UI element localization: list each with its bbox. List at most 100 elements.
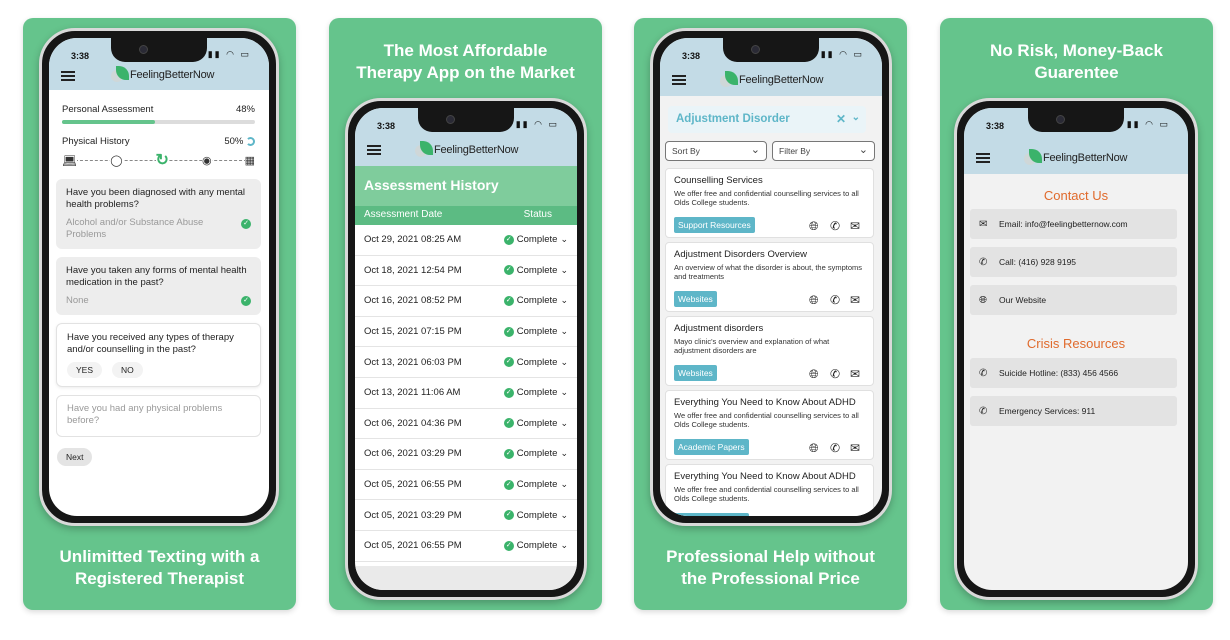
yes-button[interactable]: YES (67, 362, 103, 378)
check-icon: ✓ (241, 219, 251, 229)
check-icon: ✓ (241, 296, 251, 306)
category-tag[interactable]: Academic Papers (674, 439, 749, 455)
category-tag[interactable]: Websites (674, 291, 717, 307)
phone-screen: FeelingBetterNow 3:38 ▮▮ ◠ ▭ Personal As… (49, 38, 269, 516)
table-row[interactable]: Oct 05, 2021 06:55 PM ✓ Complete ⌄ (355, 531, 577, 562)
row-date: Oct 06, 2021 03:29 PM (364, 448, 462, 460)
resource-card[interactable]: Everything You Need to Know About ADHD We… (665, 390, 874, 460)
sort-dropdown[interactable]: Sort By ⌄ (665, 141, 767, 161)
contact-item[interactable]: ✆ Emergency Services: 911 (970, 396, 1177, 426)
row-status[interactable]: ✓ Complete ⌄ (503, 540, 568, 551)
globe-icon[interactable]: 🌐︎ (809, 367, 819, 382)
contact-item[interactable]: ✆ Suicide Hotline: (833) 456 4566 (970, 358, 1177, 388)
check-icon: ✓ (503, 357, 514, 368)
menu-icon[interactable] (367, 145, 381, 155)
table-header: Assessment Date Status (355, 206, 577, 225)
phone-frame: FeelingBetterNow 3:38 ▮▮ ◠ ▭ Adjustment … (650, 28, 892, 526)
phone-icon[interactable]: ✆ (830, 441, 840, 455)
phone-screen: FeelingBetterNow 3:38 ▮▮ ◠ ▭ Assessment … (355, 108, 577, 590)
row-status[interactable]: ✓ Complete ⌄ (503, 234, 568, 245)
phone-icon[interactable]: ✆ (830, 367, 840, 381)
table-row[interactable]: Oct 18, 2021 12:54 PM ✓ Complete ⌄ (355, 256, 577, 287)
mail-icon[interactable]: ✉ (850, 441, 860, 455)
question-answer: Alcohol and/or Substance Abuse Problems (66, 217, 204, 240)
resource-card[interactable]: Everything You Need to Know About ADHD We… (665, 464, 874, 516)
row-status[interactable]: ✓ Complete ⌄ (503, 448, 568, 459)
row-status[interactable]: ✓ Complete ⌄ (503, 357, 568, 368)
mail-icon[interactable]: ✉ (850, 293, 860, 307)
phone-screen: FeelingBetterNow 3:38 ▮▮ ◠ ▭ Contact Us … (964, 108, 1188, 590)
panel-caption: The Most Affordable Therapy App on the M… (356, 41, 575, 82)
no-button[interactable]: NO (112, 362, 143, 378)
progress-label: Physical History (62, 136, 130, 147)
resource-card[interactable]: Adjustment disorders Mayo clinic's overvi… (665, 316, 874, 386)
progress-physical: Physical History 50% 💻︎ ◯ ↻ ◉ ▦ (62, 136, 255, 170)
chevron-down-icon: ⌄ (560, 448, 568, 459)
status-time: 3:38 (377, 121, 396, 131)
category-tag[interactable]: Websites (674, 365, 717, 381)
chevron-down-icon[interactable]: ⌄ (852, 112, 860, 123)
contact-item[interactable]: ✉ Email: info@feelingbetternow.com (970, 209, 1177, 239)
row-status[interactable]: ✓ Complete ⌄ (503, 479, 568, 490)
row-status[interactable]: ✓ Complete ⌄ (503, 387, 568, 398)
refresh-icon[interactable]: ↻ (155, 153, 169, 169)
table-row[interactable]: Oct 15, 2021 07:15 PM ✓ Complete ⌄ (355, 317, 577, 348)
globe-icon[interactable]: 🌐︎ (809, 293, 819, 308)
column-header-status[interactable]: Status (524, 209, 552, 222)
app-logo: FeelingBetterNow (1024, 147, 1127, 169)
row-status[interactable]: ✓ Complete ⌄ (503, 509, 568, 521)
table-row[interactable]: Oct 29, 2021 08:25 AM ✓ Complete ⌄ (355, 225, 577, 256)
resource-card[interactable]: Adjustment Disorders Overview An overview… (665, 242, 874, 312)
contact-text: Call: (416) 928 9195 (999, 257, 1077, 267)
next-button[interactable]: Next (57, 448, 93, 466)
phone-icon[interactable]: ✆ (830, 515, 840, 516)
search-input[interactable]: Adjustment Disorder ✕ ⌄ (668, 106, 866, 133)
globe-icon[interactable]: 🌐︎ (809, 515, 819, 516)
globe-icon[interactable]: 🌐︎ (809, 219, 819, 234)
table-row[interactable]: Oct 06, 2021 04:36 PM ✓ Complete ⌄ (355, 409, 577, 440)
table-row[interactable]: Oct 05, 2021 06:55 PM ✓ Complete ⌄ (355, 470, 577, 501)
question-input[interactable]: Have you had any physical problems befor… (56, 395, 261, 437)
contact-item[interactable]: 🌐︎ Our Website (970, 285, 1177, 315)
chat-icon[interactable]: ◯ (110, 155, 123, 167)
globe-icon[interactable]: 🌐︎ (809, 441, 819, 456)
row-status[interactable]: ✓ Complete ⌄ (503, 326, 568, 337)
calendar-icon[interactable]: ▦ (244, 155, 255, 167)
menu-icon[interactable] (672, 75, 686, 85)
laptop-icon[interactable]: 💻︎ (62, 155, 78, 167)
row-status[interactable]: ✓ Complete ⌄ (503, 418, 568, 429)
contact-list: ✉ Email: info@feelingbetternow.com ✆ Call: … (970, 209, 1177, 323)
resource-card[interactable]: Counselling Services We offer free and co… (665, 168, 874, 238)
clear-icon[interactable]: ✕ (836, 112, 846, 126)
table-row[interactable]: Oct 13, 2021 11:06 AM ✓ Complete ⌄ (355, 378, 577, 409)
mail-icon[interactable]: ✉ (850, 219, 860, 233)
row-date: Oct 15, 2021 07:15 PM (364, 326, 462, 338)
chevron-down-icon: ⌄ (560, 387, 568, 398)
question-card[interactable]: Have you been diagnosed with any mental … (56, 179, 261, 249)
promo-panel-2: The Most Affordable Therapy App on the M… (329, 18, 602, 610)
table-row[interactable]: Oct 05, 2021 03:29 PM ✓ Complete ⌄ (355, 500, 577, 531)
leaf-logo-icon (720, 71, 738, 89)
history-title-bar: Assessment History (355, 166, 577, 206)
status-time: 3:38 (682, 51, 701, 61)
question-text: Have you been diagnosed with any mental … (66, 187, 246, 210)
filter-dropdown[interactable]: Filter By ⌄ (772, 141, 875, 161)
table-row[interactable]: Oct 13, 2021 06:03 PM ✓ Complete ⌄ (355, 347, 577, 378)
phone-icon[interactable]: ✆ (830, 219, 840, 233)
location-icon[interactable]: ◉ (201, 155, 212, 167)
phone-icon[interactable]: ✆ (830, 293, 840, 307)
table-row[interactable]: Oct 06, 2021 03:29 PM ✓ Complete ⌄ (355, 439, 577, 470)
contact-item[interactable]: ✆ Call: (416) 928 9195 (970, 247, 1177, 277)
status-text: Complete (516, 509, 558, 521)
question-card[interactable]: Have you taken any forms of mental healt… (56, 257, 261, 315)
row-status[interactable]: ✓ Complete ⌄ (503, 265, 568, 276)
mail-icon[interactable]: ✉ (850, 367, 860, 381)
category-tag[interactable]: Support Resources (674, 217, 755, 233)
check-icon: ✓ (503, 326, 514, 337)
table-row[interactable]: Oct 16, 2021 08:52 PM ✓ Complete ⌄ (355, 286, 577, 317)
category-tag[interactable]: Academic Papers (674, 513, 749, 516)
menu-icon[interactable] (61, 71, 75, 81)
row-status[interactable]: ✓ Complete ⌄ (503, 295, 568, 306)
menu-icon[interactable] (976, 153, 990, 163)
mail-icon[interactable]: ✉ (850, 515, 860, 516)
